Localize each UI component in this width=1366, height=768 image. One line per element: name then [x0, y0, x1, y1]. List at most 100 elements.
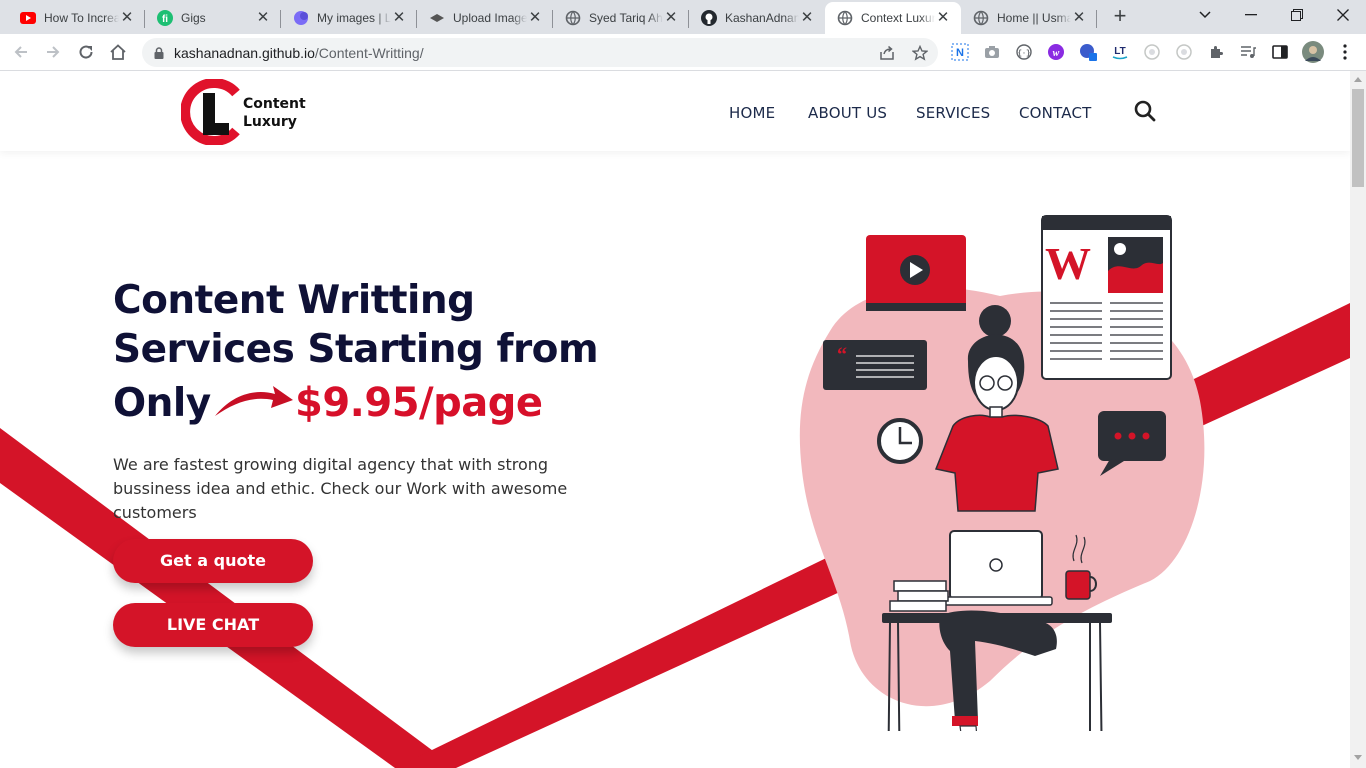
logo-line1: Content: [243, 96, 306, 112]
hero-title-only: Only: [113, 381, 211, 426]
tab-github[interactable]: KashanAdnan ✕: [689, 2, 825, 34]
page-viewport: Content Luxury HOME ABOUT US SERVICES CO…: [0, 71, 1350, 768]
close-tab-icon[interactable]: ✕: [935, 10, 951, 26]
url-text: kashanadnan.github.io/Content-Writting/: [174, 45, 424, 61]
side-panel-icon[interactable]: [1271, 43, 1289, 61]
tab-title: My images | L: [317, 11, 391, 25]
close-tab-icon[interactable]: ✕: [391, 10, 407, 26]
browser-toolbar: kashanadnan.github.io/Content-Writting/ …: [0, 34, 1366, 71]
scrollbar-thumb[interactable]: [1352, 89, 1364, 187]
logo-mark-icon: [180, 78, 240, 146]
new-tab-button[interactable]: +: [1108, 5, 1132, 29]
tab-title: Syed Tariq Ah: [589, 11, 663, 25]
restore-icon: [1291, 9, 1303, 21]
minimize-icon: [1245, 14, 1257, 16]
upload-icon: [429, 10, 445, 26]
profile-avatar[interactable]: [1302, 41, 1324, 63]
image-host-icon: [293, 10, 309, 26]
logo-text: Content Luxury: [243, 95, 306, 131]
close-tab-icon[interactable]: ✕: [527, 10, 543, 26]
github-icon: [701, 10, 717, 26]
hero-description: We are fastest growing digital agency th…: [113, 455, 568, 522]
close-window-button[interactable]: [1320, 0, 1366, 30]
close-tab-icon[interactable]: ✕: [255, 10, 271, 26]
hero-title-line3: Only $9.95/page: [113, 374, 598, 434]
minimize-button[interactable]: [1228, 0, 1274, 30]
svg-text:fi: fi: [162, 14, 168, 25]
forward-button[interactable]: [41, 40, 65, 64]
scroll-up-arrow-icon[interactable]: [1354, 77, 1362, 82]
close-tab-icon[interactable]: ✕: [799, 10, 815, 26]
tab-youtube[interactable]: How To Increase ✕: [8, 2, 145, 34]
globe-icon: [565, 10, 581, 26]
tab-gigs[interactable]: fi Gigs ✕: [145, 2, 281, 34]
tab-title: Upload Image: [453, 11, 527, 25]
hero-title-line1: Content Writting: [113, 278, 475, 323]
close-icon: [1337, 9, 1349, 21]
notion-extension-icon[interactable]: N: [951, 43, 969, 61]
svg-text:N: N: [956, 47, 964, 59]
logo-line2: Luxury: [243, 114, 297, 130]
globe-icon: [837, 10, 853, 26]
browser-tab-bar: How To Increase ✕ fi Gigs ✕ My images | …: [0, 0, 1366, 34]
back-button[interactable]: [9, 40, 33, 64]
tab-title: KashanAdnan: [725, 11, 799, 25]
translate-extension-icon[interactable]: [1079, 43, 1097, 61]
bookmark-star-icon[interactable]: [911, 44, 929, 62]
nav-about-us[interactable]: ABOUT US: [808, 104, 887, 122]
purple-extension-icon[interactable]: w: [1047, 43, 1065, 61]
hero-illustration: W “: [799, 215, 1205, 731]
tab-content-luxury[interactable]: Context Luxury ✕: [825, 2, 961, 34]
youtube-icon: [20, 10, 36, 26]
search-icon[interactable]: [1133, 99, 1157, 123]
tab-upload-image[interactable]: Upload Image ✕: [417, 2, 553, 34]
puzzle-extensions-icon[interactable]: [1207, 43, 1225, 61]
back-arrow-icon: [14, 46, 27, 58]
tab-home-usma[interactable]: Home || Usma ✕: [961, 2, 1097, 34]
close-tab-icon[interactable]: ✕: [1071, 10, 1087, 26]
reload-icon: [79, 45, 93, 59]
code-extension-icon[interactable]: {·}: [1015, 43, 1033, 61]
home-button[interactable]: [106, 40, 130, 64]
svg-text:{·}: {·}: [1018, 50, 1031, 58]
camera-extension-icon[interactable]: [983, 43, 1001, 61]
hero-title-line2: Services Starting from: [113, 327, 599, 372]
svg-text:W: W: [1045, 238, 1091, 289]
scroll-down-arrow-icon[interactable]: [1354, 755, 1362, 760]
get-a-quote-button[interactable]: Get a quote: [113, 539, 313, 583]
tab-title: Context Luxury: [861, 11, 935, 25]
close-tab-icon[interactable]: ✕: [663, 10, 679, 26]
close-tab-icon[interactable]: ✕: [119, 10, 135, 26]
url-path: /Content-Writting/: [314, 45, 424, 61]
quote-card: “: [823, 340, 927, 390]
tab-syed-tariq[interactable]: Syed Tariq Ah ✕: [553, 2, 689, 34]
media-control-icon[interactable]: [1239, 43, 1257, 61]
grey-extension-icon[interactable]: [1143, 43, 1161, 61]
lt-extension-icon[interactable]: LT: [1111, 43, 1129, 61]
globe-icon: [973, 10, 989, 26]
svg-text:LT: LT: [1114, 46, 1125, 57]
site-header: Content Luxury HOME ABOUT US SERVICES CO…: [0, 71, 1350, 151]
hero-price: $9.95/page: [295, 380, 543, 426]
nav-contact[interactable]: CONTACT: [1019, 104, 1092, 122]
chevron-down-icon: [1199, 11, 1211, 19]
nav-services[interactable]: SERVICES: [916, 104, 990, 122]
live-chat-button[interactable]: LIVE CHAT: [113, 603, 313, 647]
lock-icon: [154, 46, 164, 64]
curved-arrow-icon: [215, 386, 293, 416]
hero-title: Content Writting Services Starting from …: [113, 276, 599, 434]
tab-my-images[interactable]: My images | L ✕: [281, 2, 417, 34]
nav-home[interactable]: HOME: [729, 104, 775, 122]
tab-search-button[interactable]: [1182, 0, 1228, 30]
share-icon[interactable]: [878, 44, 896, 62]
restore-button[interactable]: [1274, 0, 1320, 30]
page-scrollbar[interactable]: [1350, 71, 1366, 768]
svg-text:“: “: [837, 344, 847, 366]
grey-extension-icon-2[interactable]: [1175, 43, 1193, 61]
article-card: W: [1041, 215, 1172, 380]
address-bar[interactable]: kashanadnan.github.io/Content-Writting/: [142, 38, 938, 67]
site-logo[interactable]: Content Luxury: [180, 78, 311, 146]
menu-kebab-icon[interactable]: [1336, 43, 1354, 61]
svg-text:w: w: [1053, 48, 1060, 59]
reload-button[interactable]: [74, 40, 98, 64]
